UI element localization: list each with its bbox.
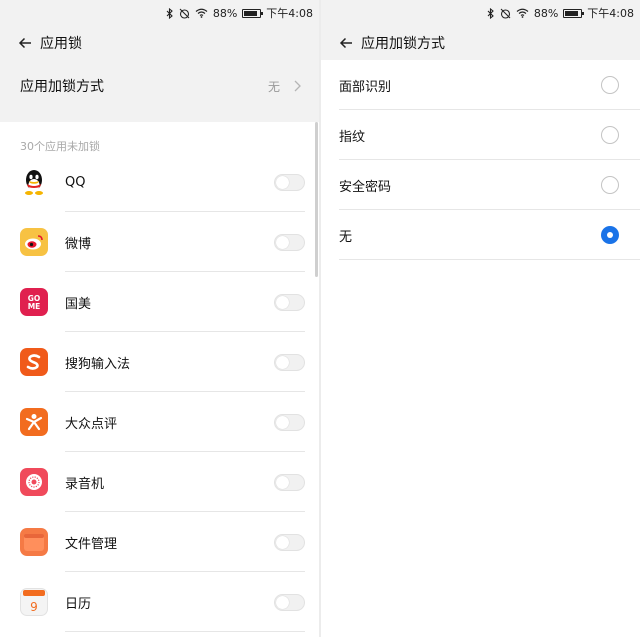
back-arrow-icon[interactable] (18, 37, 32, 49)
radio-button[interactable] (601, 176, 619, 194)
bluetooth-icon (487, 7, 495, 19)
app-name: 日历 (65, 596, 92, 612)
app-row-sogou: 搜狗输入法 (0, 332, 319, 392)
svg-text:9: 9 (30, 600, 38, 614)
option-label: 指纹 (339, 129, 366, 145)
wifi-icon (195, 8, 208, 18)
battery-icon (563, 8, 585, 18)
app-row-file-manager: 文件管理 (0, 512, 319, 572)
gome-icon: GO ME (20, 288, 48, 316)
battery-percent: 88% (212, 6, 238, 20)
status-time: 下午4:08 (266, 7, 313, 20)
app-row-recorder: 录音机 (0, 452, 319, 512)
wifi-icon (516, 8, 529, 18)
radio-button-selected[interactable] (601, 226, 619, 244)
app-list: 30个应用未加锁 QQ 微博 GO ME 国美 搜狗输入法 大众点评 录音机 文… (0, 122, 319, 632)
lock-toggle-gome[interactable] (274, 293, 305, 311)
title-bar: 应用加锁方式 (321, 26, 640, 60)
recorder-icon (20, 468, 48, 496)
app-row-weibo: 微博 (0, 212, 319, 272)
lock-method-label: 应用加锁方式 (20, 79, 104, 95)
unlocked-count-label: 30个应用未加锁 (20, 140, 100, 153)
title-bar: 应用锁 (0, 26, 319, 60)
svg-text:ME: ME (28, 302, 41, 311)
qq-icon (20, 168, 48, 196)
option-label: 无 (339, 229, 353, 245)
app-name: 文件管理 (65, 536, 118, 552)
option-fingerprint[interactable]: 指纹 (321, 110, 640, 160)
lock-toggle-calendar[interactable] (274, 593, 305, 611)
sogou-icon (20, 348, 48, 376)
app-row-qq: QQ (0, 152, 319, 212)
radio-button[interactable] (601, 76, 619, 94)
app-name: 微博 (65, 236, 92, 252)
radio-button[interactable] (601, 126, 619, 144)
lock-method-value: 无 (267, 79, 280, 94)
calendar-icon: 9 (20, 588, 48, 616)
status-time: 下午4:08 (587, 7, 634, 20)
lock-method-options: 面部识别 指纹 安全密码 无 (321, 60, 640, 260)
lock-toggle-weibo[interactable] (274, 233, 305, 251)
app-name: 录音机 (65, 476, 105, 492)
weibo-icon (20, 228, 48, 256)
status-bar: 88% 下午4:08 (321, 0, 640, 26)
app-name: 大众点评 (65, 416, 118, 432)
lock-toggle-qq[interactable] (274, 173, 305, 191)
dianping-icon (20, 408, 48, 436)
option-face-recognition[interactable]: 面部识别 (321, 60, 640, 110)
chevron-right-icon (294, 80, 301, 92)
section-gap (0, 112, 319, 122)
app-name: 搜狗输入法 (65, 356, 131, 372)
option-none[interactable]: 无 (321, 210, 640, 260)
alarm-off-icon (500, 8, 511, 19)
back-arrow-icon[interactable] (339, 37, 353, 49)
option-label: 安全密码 (339, 179, 392, 195)
lock-method-row[interactable]: 应用加锁方式 无 (0, 60, 319, 112)
lock-toggle-file-manager[interactable] (274, 533, 305, 551)
app-row-dianping: 大众点评 (0, 392, 319, 452)
lock-toggle-dianping[interactable] (274, 413, 305, 431)
battery-percent: 88% (533, 6, 559, 20)
lock-method-screen: 88% 下午4:08 应用加锁方式 面部识别 指纹 安全密码 无 (321, 0, 640, 637)
divider (339, 259, 640, 260)
lock-toggle-recorder[interactable] (274, 473, 305, 491)
app-lock-screen: 88% 下午4:08 应用锁 应用加锁方式 无 30个应用未加锁 QQ 微博 G… (0, 0, 319, 637)
file-manager-icon (20, 528, 48, 556)
page-title: 应用加锁方式 (361, 36, 445, 52)
alarm-off-icon (179, 8, 190, 19)
app-name: QQ (65, 174, 86, 190)
lock-toggle-sogou[interactable] (274, 353, 305, 371)
app-name: 国美 (65, 296, 92, 312)
option-security-password[interactable]: 安全密码 (321, 160, 640, 210)
battery-icon (242, 8, 264, 18)
page-title: 应用锁 (40, 36, 82, 52)
option-label: 面部识别 (339, 79, 392, 95)
divider (65, 631, 305, 632)
bluetooth-icon (166, 7, 174, 19)
status-bar: 88% 下午4:08 (0, 0, 319, 26)
app-row-calendar: 9 日历 (0, 572, 319, 632)
app-row-gome: GO ME 国美 (0, 272, 319, 332)
